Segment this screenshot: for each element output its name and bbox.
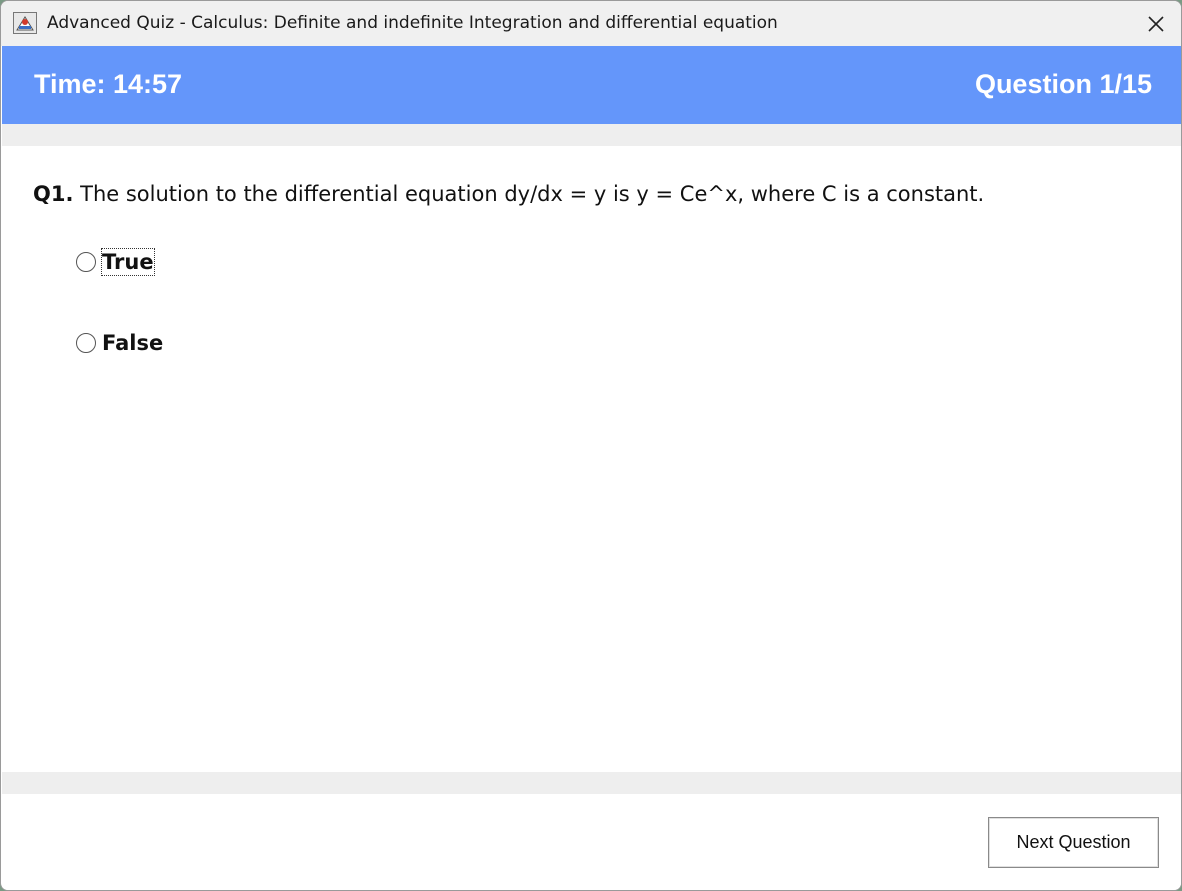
quiz-header: Time: 14:57 Question 1/15 bbox=[2, 46, 1181, 124]
question-panel: Q1. The solution to the differential equ… bbox=[2, 146, 1181, 772]
option-true[interactable]: True bbox=[76, 248, 155, 276]
question-counter: Question 1/15 bbox=[974, 69, 1152, 99]
question-body: The solution to the differential equatio… bbox=[73, 182, 985, 206]
question-text: Q1. The solution to the differential equ… bbox=[33, 182, 984, 206]
close-icon bbox=[1148, 16, 1164, 32]
timer-label: Time: 14:57 bbox=[34, 69, 183, 99]
java-app-icon bbox=[13, 12, 37, 34]
option-false[interactable]: False bbox=[76, 330, 163, 356]
separator bbox=[2, 772, 1181, 794]
close-button[interactable] bbox=[1143, 11, 1169, 37]
radio-button-true[interactable] bbox=[76, 252, 96, 272]
title-bar: Advanced Quiz - Calculus: Definite and i… bbox=[1, 1, 1181, 46]
option-label[interactable]: False bbox=[102, 330, 163, 356]
question-number: Q1. bbox=[33, 182, 74, 206]
footer: Next Question bbox=[2, 794, 1181, 890]
option-label[interactable]: True bbox=[101, 248, 155, 276]
window-title: Advanced Quiz - Calculus: Definite and i… bbox=[47, 13, 778, 33]
next-question-button[interactable]: Next Question bbox=[988, 817, 1159, 868]
quiz-window: Advanced Quiz - Calculus: Definite and i… bbox=[0, 0, 1182, 891]
radio-button-false[interactable] bbox=[76, 333, 96, 353]
separator bbox=[2, 124, 1181, 146]
